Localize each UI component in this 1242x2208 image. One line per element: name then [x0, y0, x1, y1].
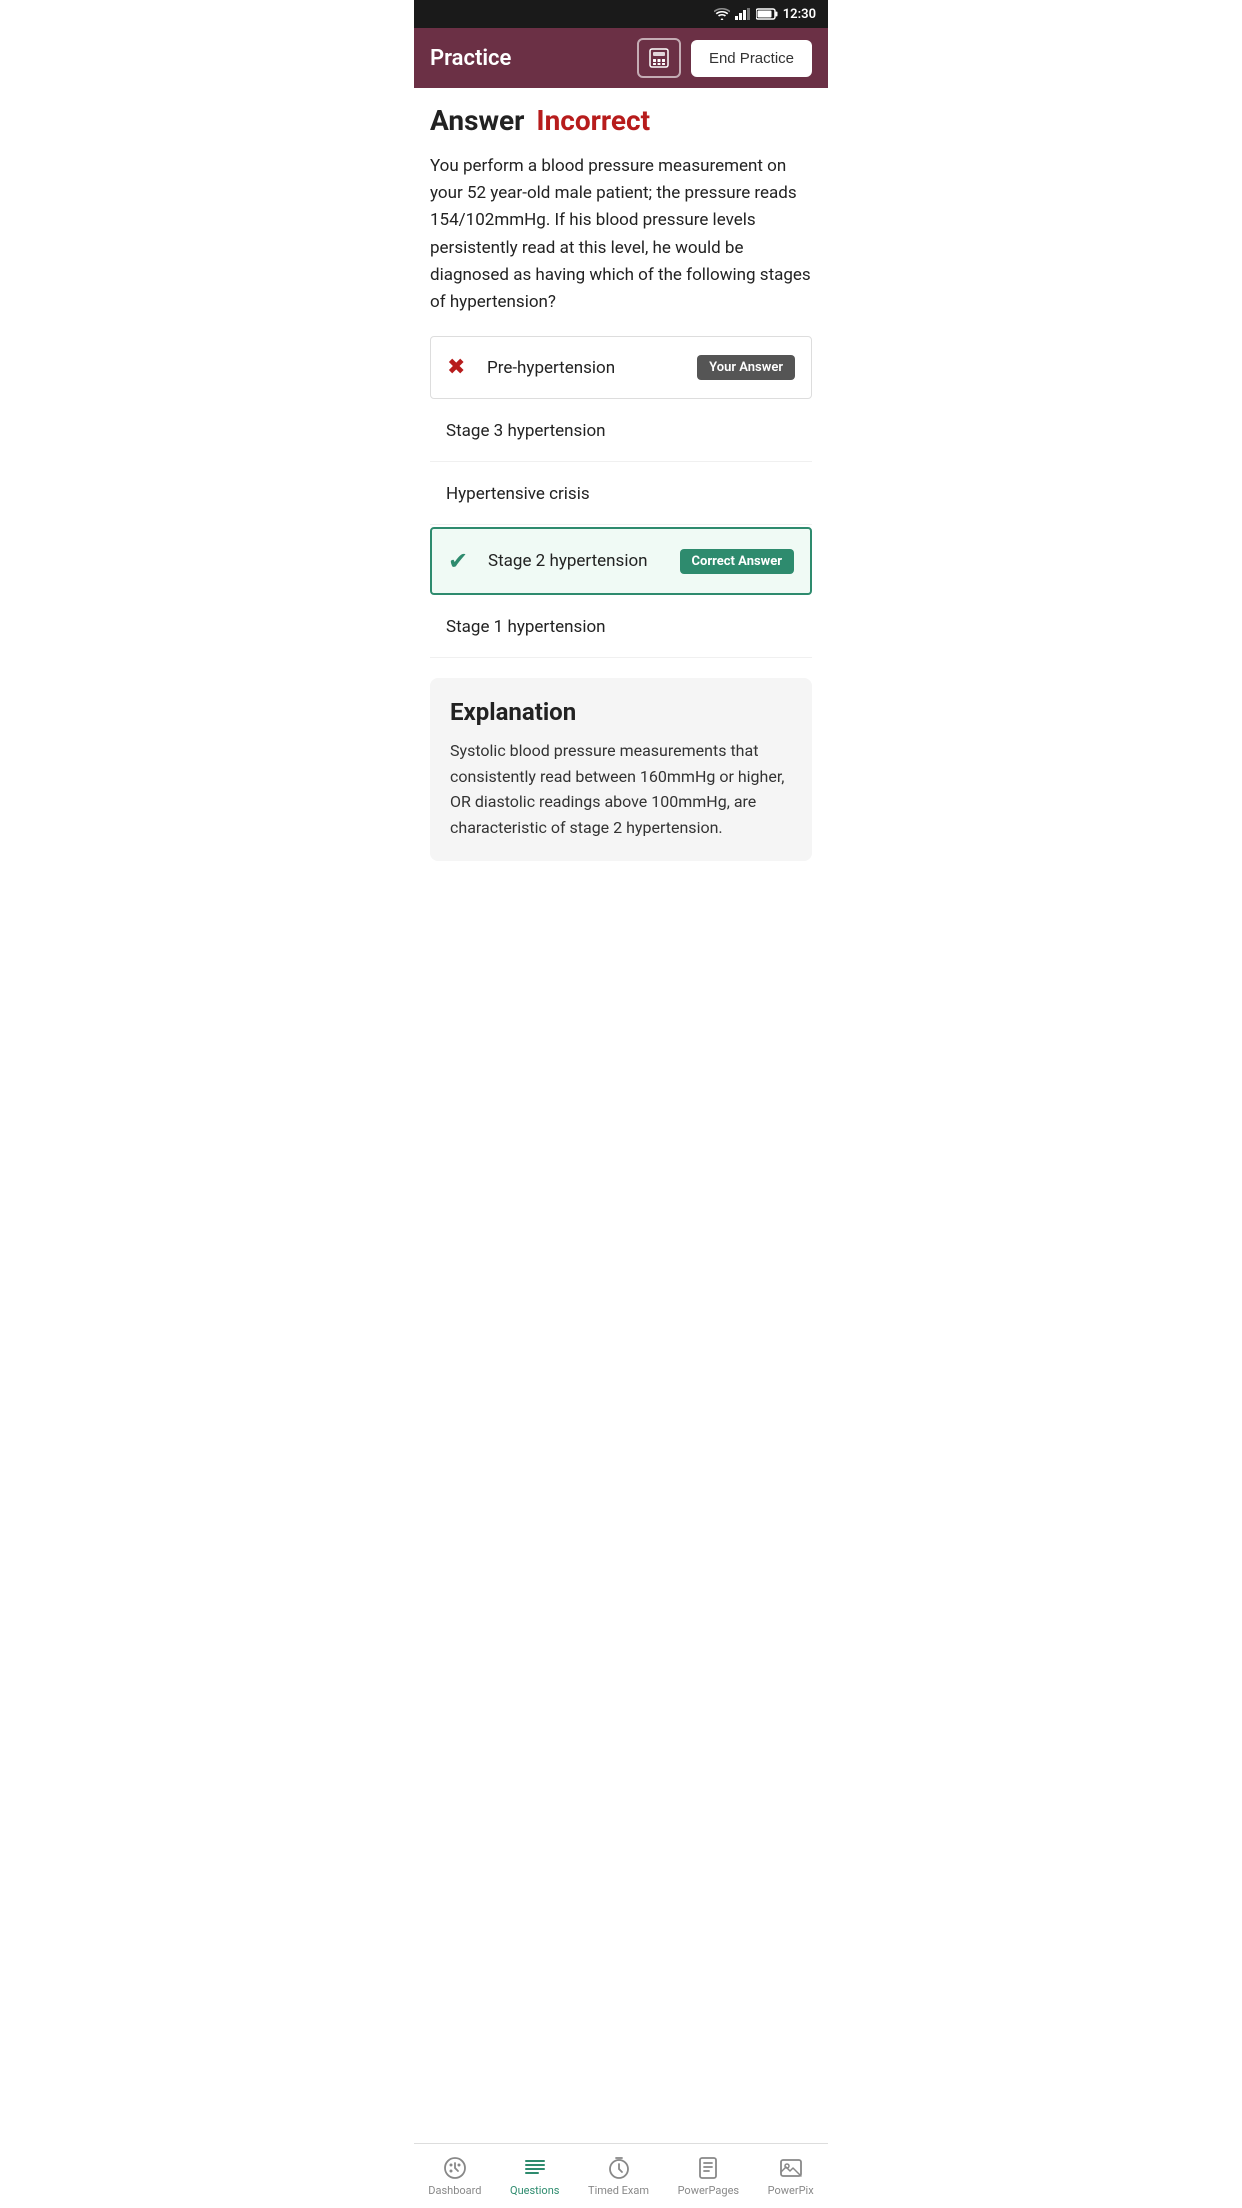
incorrect-icon: ✖: [447, 355, 475, 380]
questions-icon: [523, 2156, 547, 2180]
main-content: Answer Incorrect You perform a blood pre…: [414, 88, 828, 941]
nav-item-powerpix[interactable]: PowerPix: [758, 2150, 824, 2203]
answer-option-1[interactable]: ✖ Pre-hypertension Your Answer: [430, 336, 812, 399]
status-bar: 12:30: [414, 0, 828, 28]
status-icons: 12:30: [714, 7, 816, 22]
bottom-nav: Dashboard Questions Timed Exam PowerPage…: [414, 2143, 828, 2208]
correct-answer-badge: Correct Answer: [680, 549, 795, 574]
nav-item-powerpages[interactable]: PowerPages: [668, 2150, 750, 2203]
explanation-text: Systolic blood pressure measurements tha…: [450, 738, 792, 840]
header-title: Practice: [430, 46, 511, 71]
option-text-4: Stage 2 hypertension: [488, 551, 680, 571]
answer-option-3[interactable]: Hypertensive crisis: [430, 464, 812, 525]
status-time: 12:30: [783, 7, 816, 22]
question-text: You perform a blood pressure measurement…: [430, 153, 812, 316]
battery-icon: [756, 8, 778, 20]
header-actions: End Practice: [637, 38, 812, 78]
wifi-icon: [714, 8, 730, 20]
explanation-title: Explanation: [450, 698, 792, 726]
option-text-2: Stage 3 hypertension: [446, 421, 796, 441]
answer-options-container: ✖ Pre-hypertension Your Answer Stage 3 h…: [430, 336, 812, 658]
answer-header: Answer Incorrect: [430, 104, 812, 137]
calculator-icon: [648, 47, 670, 69]
calculator-button[interactable]: [637, 38, 681, 78]
your-answer-badge: Your Answer: [697, 355, 795, 380]
option-text-1: Pre-hypertension: [487, 358, 697, 378]
explanation-box: Explanation Systolic blood pressure meas…: [430, 678, 812, 860]
nav-label-questions: Questions: [510, 2184, 559, 2197]
end-practice-button[interactable]: End Practice: [691, 40, 812, 77]
dashboard-icon: [443, 2156, 467, 2180]
powerpages-icon: [696, 2156, 720, 2180]
nav-item-dashboard[interactable]: Dashboard: [418, 2150, 491, 2203]
option-text-3: Hypertensive crisis: [446, 484, 796, 504]
nav-item-timed-exam[interactable]: Timed Exam: [578, 2150, 659, 2203]
powerpix-icon: [779, 2156, 803, 2180]
app-header: Practice End Practice: [414, 28, 828, 88]
nav-label-timed-exam: Timed Exam: [588, 2184, 649, 2197]
correct-icon: ✔: [448, 547, 476, 575]
nav-label-powerpages: PowerPages: [678, 2184, 740, 2197]
signal-icon: [735, 8, 751, 20]
timed-exam-icon: [607, 2156, 631, 2180]
answer-option-2[interactable]: Stage 3 hypertension: [430, 401, 812, 462]
option-text-5: Stage 1 hypertension: [446, 617, 796, 637]
nav-item-questions[interactable]: Questions: [500, 2150, 569, 2203]
answer-option-4[interactable]: ✔ Stage 2 hypertension Correct Answer: [430, 527, 812, 595]
answer-label: Answer: [430, 104, 524, 137]
answer-option-5[interactable]: Stage 1 hypertension: [430, 597, 812, 658]
nav-label-dashboard: Dashboard: [428, 2184, 481, 2197]
nav-label-powerpix: PowerPix: [768, 2184, 814, 2197]
result-label: Incorrect: [536, 104, 650, 137]
